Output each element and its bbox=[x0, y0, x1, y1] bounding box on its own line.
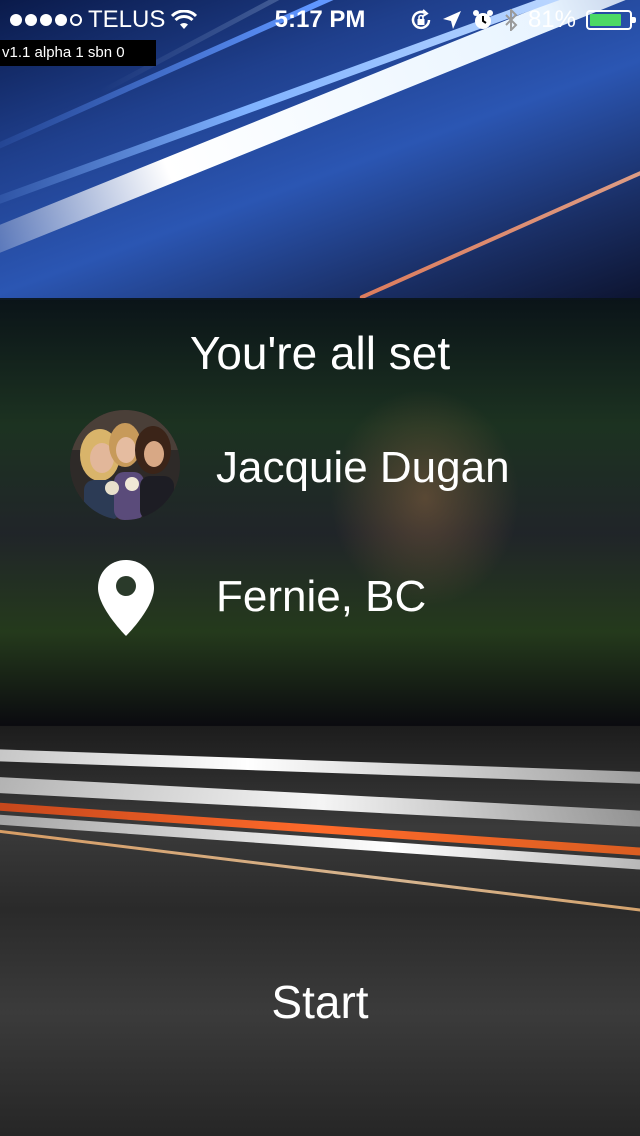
status-right: 81% bbox=[410, 6, 636, 34]
version-badge: v1.1 alpha 1 sbn 0 bbox=[0, 40, 156, 66]
user-name: Jacquie Dugan bbox=[216, 443, 510, 492]
rotation-lock-icon bbox=[411, 9, 431, 30]
avatar bbox=[70, 410, 180, 520]
battery-percent: 81% bbox=[527, 6, 576, 33]
battery-tip bbox=[632, 17, 636, 23]
status-bar: TELUS 5:17 PM 81% bbox=[0, 0, 640, 40]
avatar-photo bbox=[70, 410, 180, 520]
battery-icon bbox=[586, 10, 636, 30]
alarm-icon bbox=[472, 10, 493, 29]
bluetooth-icon bbox=[505, 9, 518, 31]
start-button[interactable]: Start bbox=[0, 975, 640, 1029]
page-title: You're all set bbox=[189, 327, 451, 379]
map-pin-icon bbox=[98, 560, 154, 636]
battery-fill bbox=[590, 14, 621, 26]
location-arrow-icon bbox=[442, 11, 461, 29]
location-label: Fernie, BC bbox=[216, 572, 427, 621]
